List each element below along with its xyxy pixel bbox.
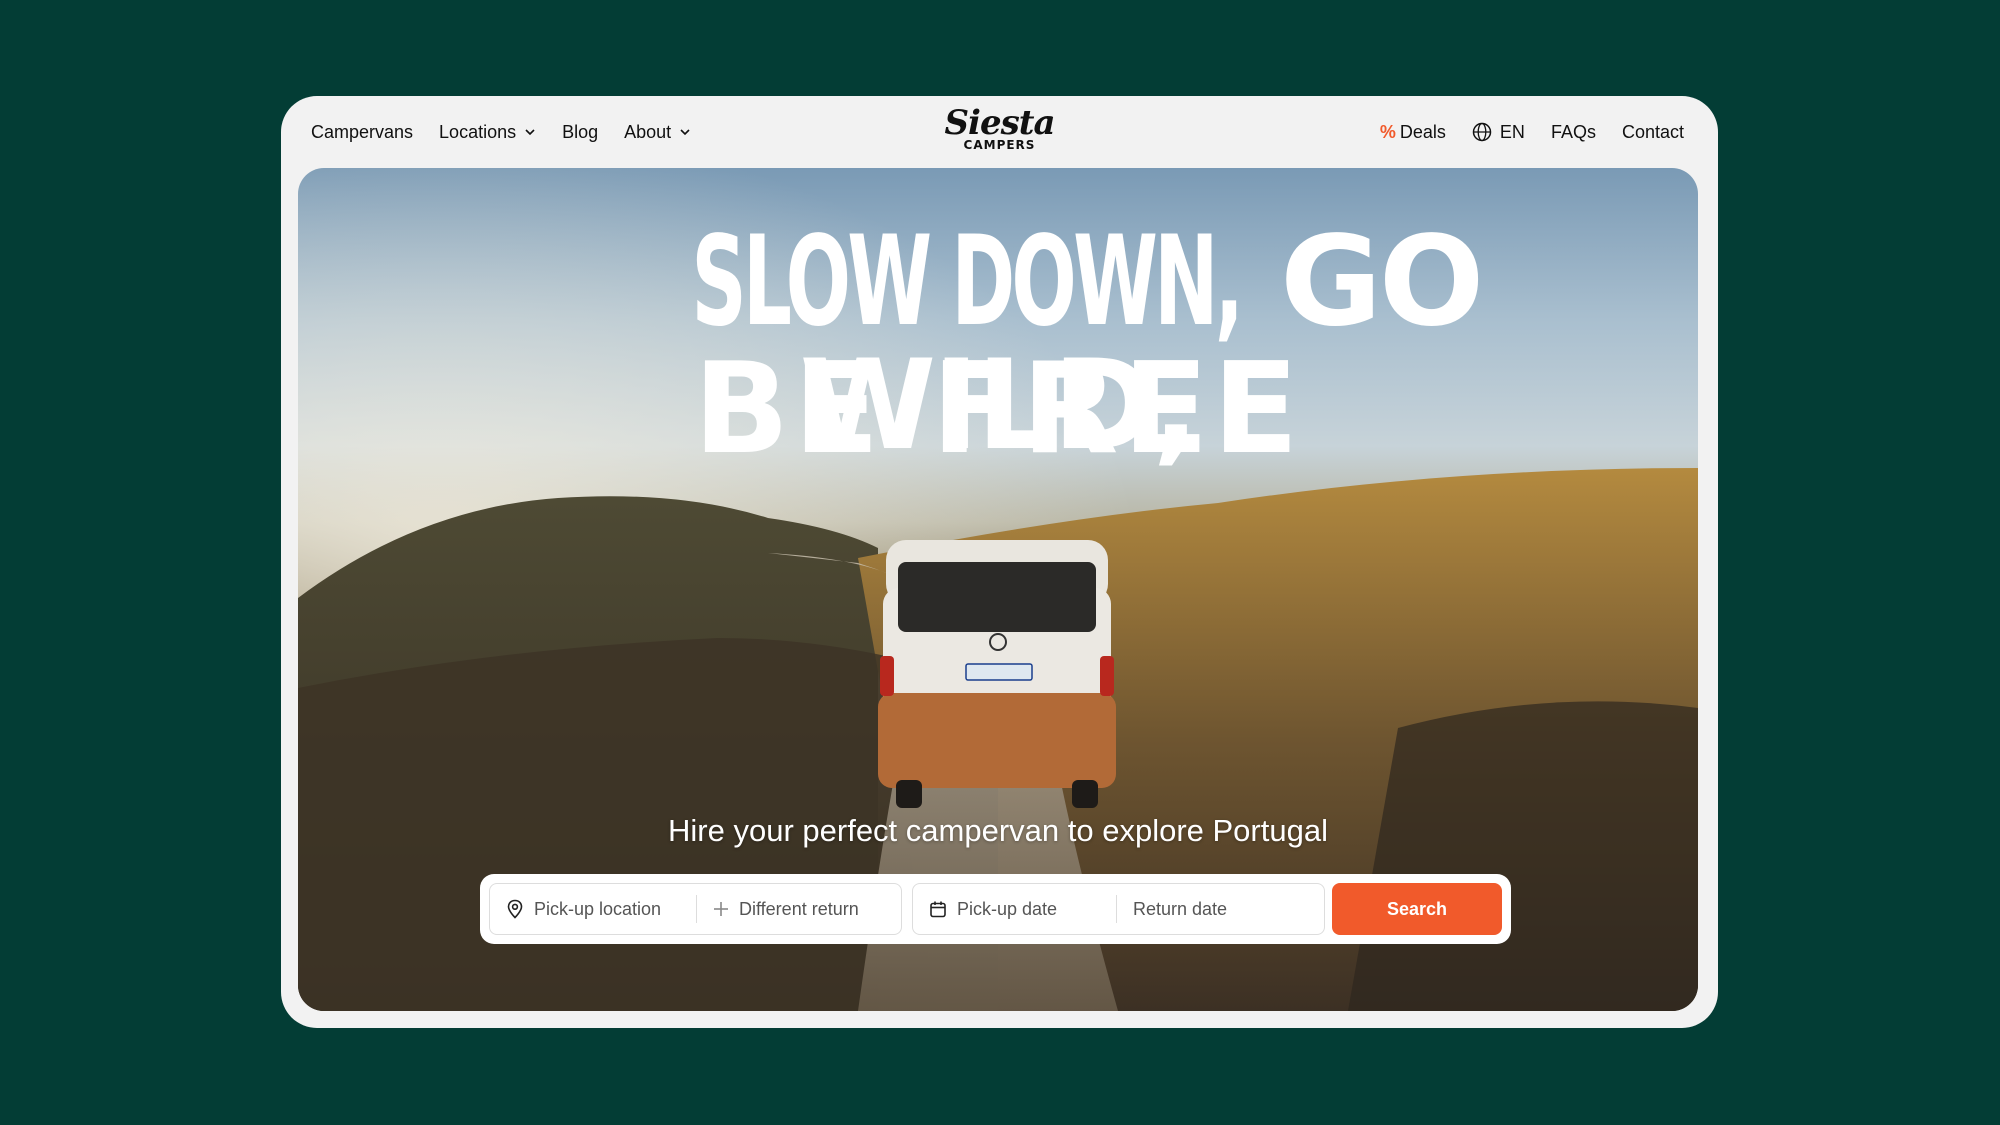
- nav-locations-label: Locations: [439, 121, 517, 142]
- headline-line2: BE FREE: [693, 335, 1303, 482]
- pickup-location-field[interactable]: Pick-up location: [490, 884, 696, 934]
- search-button[interactable]: Search: [1332, 883, 1502, 935]
- pickup-date-field[interactable]: Pick-up date: [913, 884, 1116, 934]
- top-navigation: Campervans Locations Blog About Siesta C…: [281, 96, 1718, 168]
- headline-thin-part: SLOW DOWN,: [691, 210, 1244, 354]
- browser-frame: Campervans Locations Blog About Siesta C…: [281, 96, 1718, 1028]
- nav-blog-label: Blog: [562, 121, 599, 142]
- location-group: Pick-up location Different return: [489, 883, 902, 935]
- hero-tagline: Hire your perfect campervan to explore P…: [668, 813, 1328, 848]
- nav-right: % Deals EN FAQs Contact: [1380, 96, 1684, 168]
- map-pin-icon: [507, 899, 523, 919]
- nav-about[interactable]: About: [624, 122, 691, 143]
- nav-contact-label: Contact: [1621, 121, 1684, 142]
- logo-script: Siesta: [944, 103, 1056, 143]
- date-group: Pick-up date Return date: [912, 883, 1325, 935]
- chevron-down-icon: [680, 129, 690, 136]
- pickup-date-placeholder: Pick-up date: [957, 898, 1058, 919]
- globe-icon: [1472, 122, 1492, 142]
- nav-deals-label: Deals: [1399, 121, 1446, 142]
- nav-campervans-label: Campervans: [311, 121, 414, 142]
- pickup-location-placeholder: Pick-up location: [534, 898, 662, 919]
- different-return-label: Different return: [739, 898, 859, 919]
- siesta-campers-logo[interactable]: Siesta CAMPERS: [944, 103, 1056, 162]
- nav-locations[interactable]: Locations: [439, 122, 536, 143]
- nav-blog[interactable]: Blog: [562, 122, 598, 143]
- nav-campervans[interactable]: Campervans: [311, 122, 413, 143]
- calendar-icon: [930, 901, 946, 918]
- nav-faqs[interactable]: FAQs: [1551, 122, 1596, 143]
- different-return-toggle[interactable]: Different return: [697, 884, 859, 934]
- plus-icon: [714, 902, 728, 916]
- chevron-down-icon: [525, 129, 535, 136]
- hero-section: SLOW DOWN, GO WILD, BE FREE Hire your pe…: [298, 168, 1698, 1011]
- return-date-placeholder: Return date: [1133, 898, 1228, 919]
- language-label: EN: [1499, 121, 1525, 142]
- booking-search-bar: Pick-up location Different return Pick-u…: [480, 874, 1511, 944]
- nav-contact[interactable]: Contact: [1622, 122, 1684, 143]
- return-date-field[interactable]: Return date: [1117, 884, 1227, 934]
- percent-icon: %: [1379, 121, 1396, 142]
- nav-left: Campervans Locations Blog About: [311, 96, 691, 168]
- nav-about-label: About: [624, 121, 672, 142]
- nav-deals[interactable]: % Deals: [1380, 122, 1446, 143]
- nav-faqs-label: FAQs: [1550, 121, 1596, 142]
- language-selector[interactable]: EN: [1472, 122, 1525, 143]
- campervan-image: [878, 540, 1116, 808]
